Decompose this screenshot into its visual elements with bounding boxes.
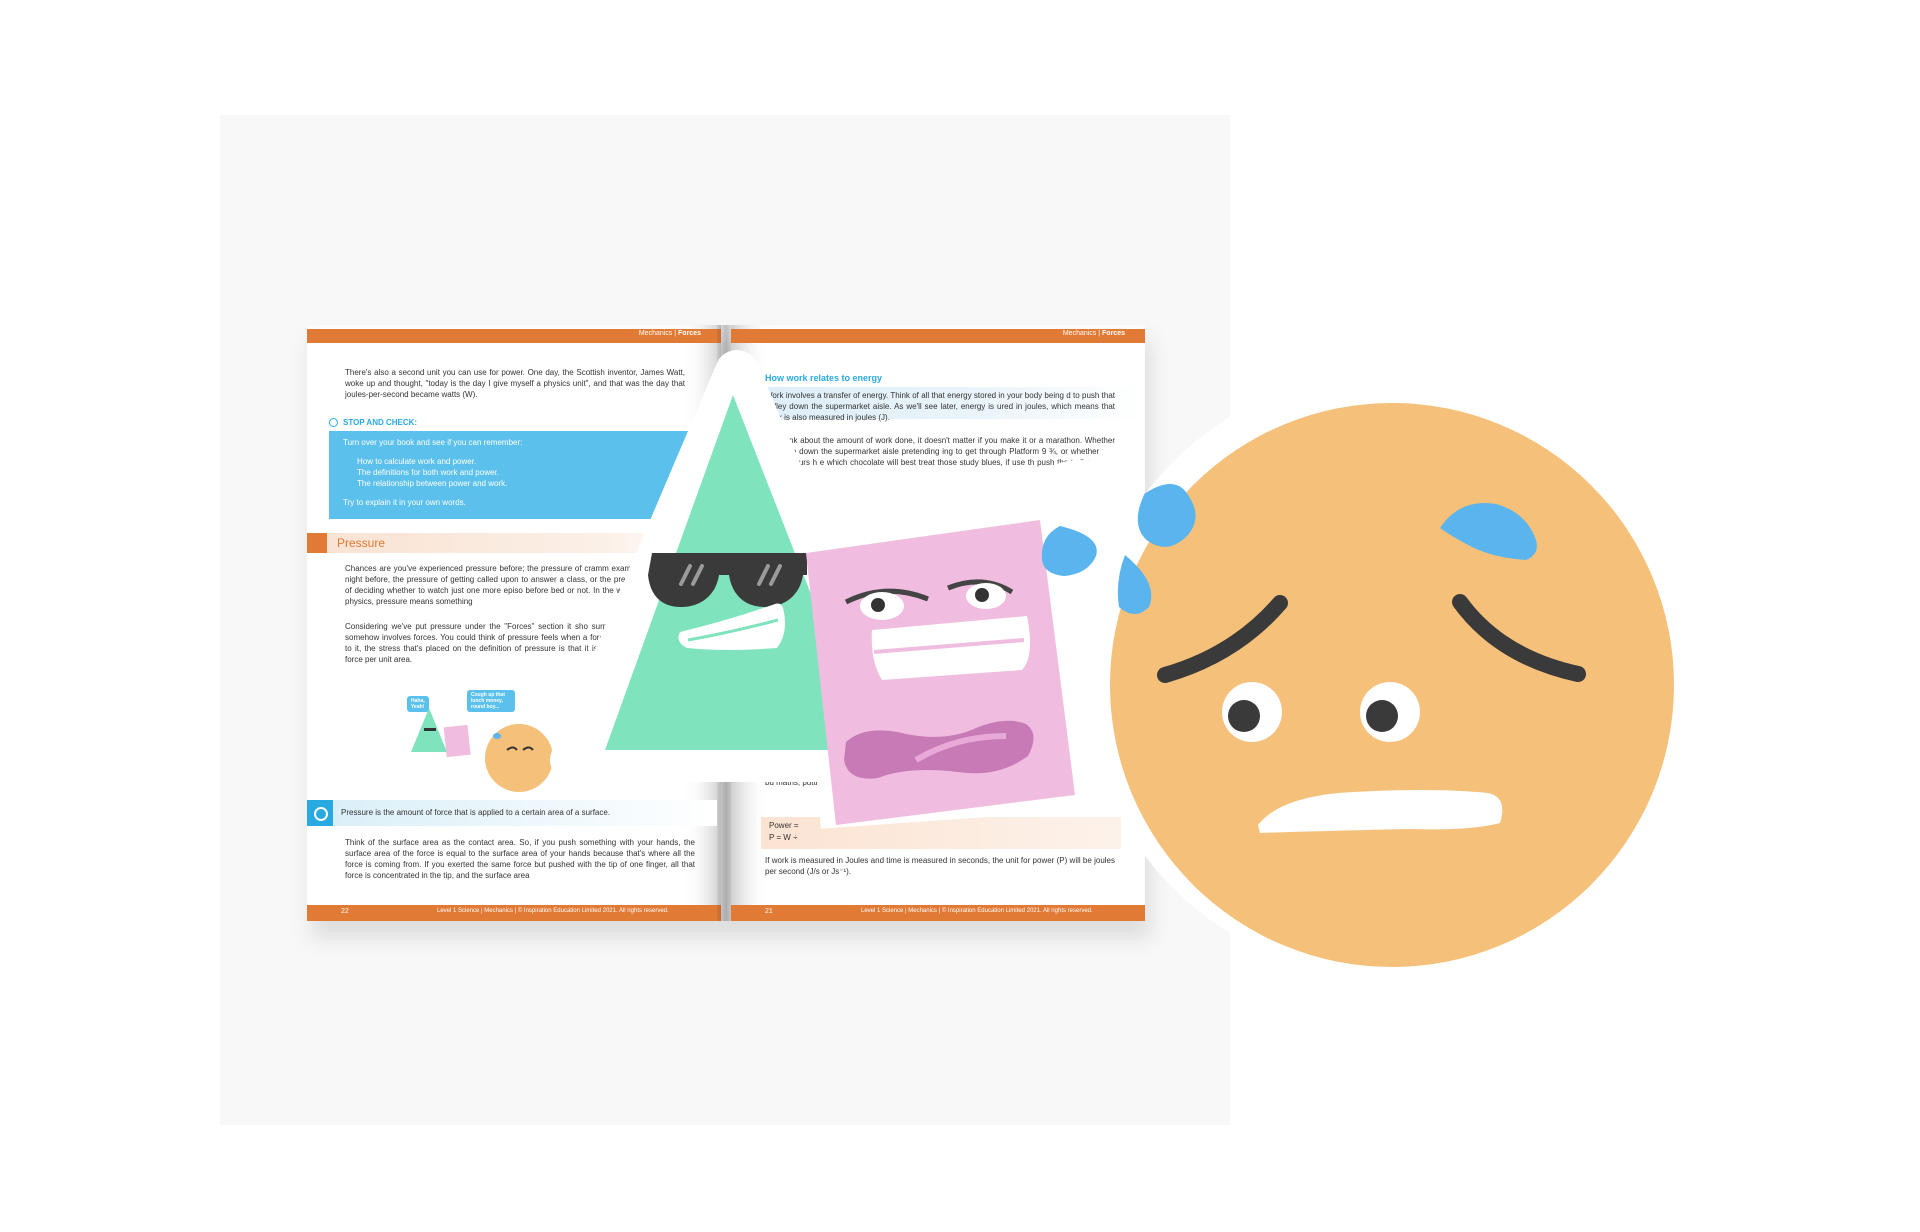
character-stickers [550,350,1689,977]
